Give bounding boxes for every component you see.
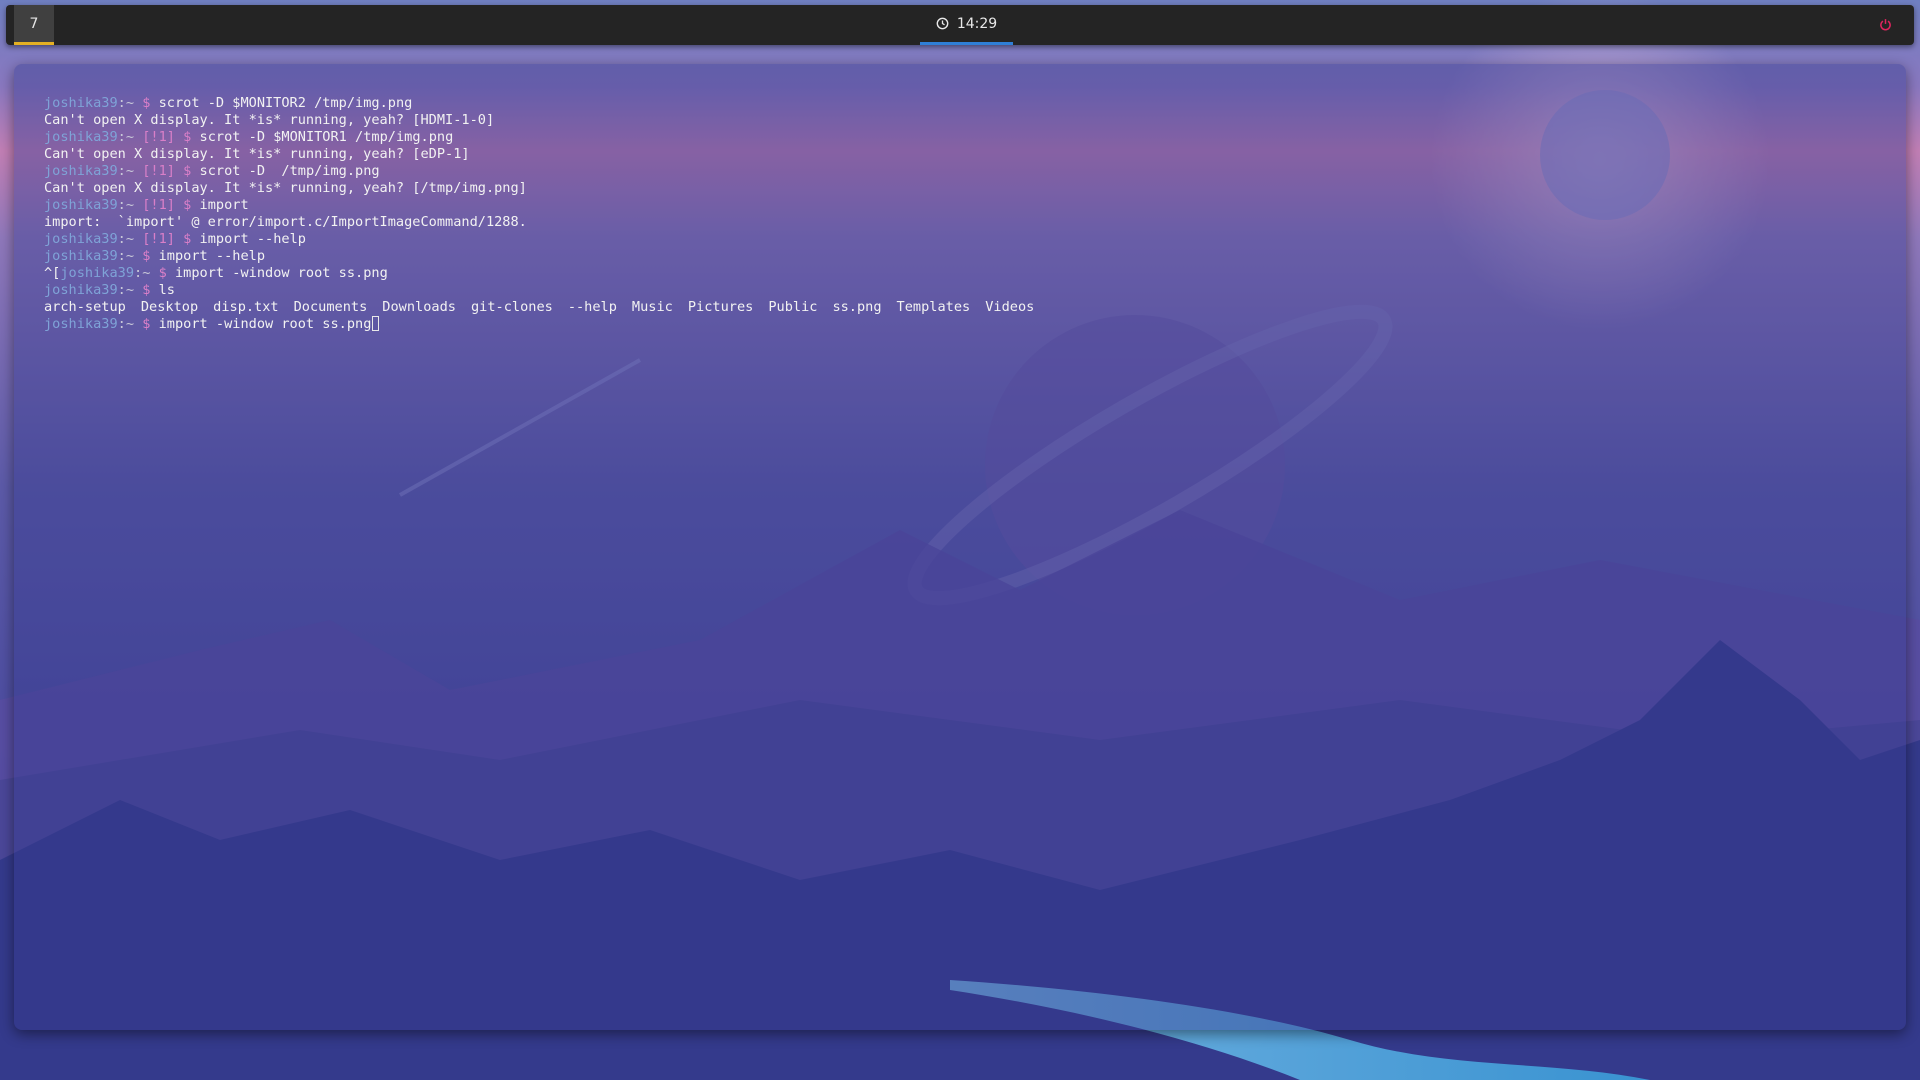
ls-output: arch-setup Desktop disp.txt Documents Downlo… <box>44 299 1906 316</box>
prompt-user: joshika39 <box>44 316 118 332</box>
ls-entry: Music <box>631 299 673 315</box>
prompt-path: :~ <box>117 129 143 145</box>
exit-status-marker: [!1] <box>142 231 175 247</box>
prompt-dollar: $ <box>142 316 151 332</box>
terminal-line: joshika39:~ $ ls <box>44 282 1906 299</box>
escape-sequence: ^[ <box>44 265 61 281</box>
ls-entry: Videos <box>985 299 1035 315</box>
command-text: scrot -D $MONITOR2 /tmp/img.png <box>158 95 413 111</box>
terminal-window[interactable]: joshika39:~ $ scrot -D $MONITOR2 /tmp/im… <box>14 64 1906 1030</box>
workspace-number: 7 <box>29 15 39 32</box>
prompt-path: :~ <box>134 265 159 281</box>
command-text: import <box>199 197 249 213</box>
current-command[interactable]: import -window root ss.png <box>159 316 372 332</box>
ls-entry: Desktop <box>140 299 199 315</box>
prompt-path: :~ <box>117 316 143 332</box>
ls-entry: Public <box>768 299 818 315</box>
prompt-dollar: $ <box>183 197 192 213</box>
terminal-line: joshika39:~ [!1] $ import <box>44 197 1906 214</box>
command-text: ls <box>158 282 175 298</box>
terminal-output: import: `import' @ error/import.c/Import… <box>44 214 527 230</box>
terminal-output: Can't open X display. It *is* running, y… <box>44 146 470 162</box>
terminal-line: ^[joshika39:~ $ import -window root ss.p… <box>44 265 1906 282</box>
prompt-path: :~ <box>117 163 143 179</box>
terminal-line: joshika39:~ [!1] $ scrot -D $MONITOR1 /t… <box>44 129 1906 146</box>
prompt-user: joshika39 <box>60 265 135 281</box>
top-panel: 7 14:29 <box>6 5 1914 45</box>
prompt-path: :~ <box>117 231 143 247</box>
prompt-user: joshika39 <box>44 282 118 298</box>
ls-entry: Documents <box>293 299 368 315</box>
power-icon <box>1879 16 1892 35</box>
terminal-line: joshika39:~ [!1] $ import --help <box>44 231 1906 248</box>
prompt-dollar: $ <box>142 282 151 298</box>
command-text: import -window root ss.png <box>174 265 388 281</box>
prompt-dollar: $ <box>142 248 151 264</box>
prompt-user: joshika39 <box>44 197 118 213</box>
ls-entry: --help <box>567 299 617 315</box>
terminal-line: joshika39:~ [!1] $ scrot -D /tmp/img.png <box>44 163 1906 180</box>
prompt-user: joshika39 <box>44 248 118 264</box>
text-cursor <box>372 316 380 331</box>
terminal-line: joshika39:~ $ import --help <box>44 248 1906 265</box>
power-button[interactable] <box>1876 16 1894 34</box>
terminal-line: joshika39:~ $ scrot -D $MONITOR2 /tmp/im… <box>44 95 1906 112</box>
ls-entry: arch-setup <box>44 299 126 315</box>
prompt-user: joshika39 <box>44 231 118 247</box>
clock-icon <box>936 17 949 30</box>
prompt-path: :~ <box>117 248 143 264</box>
ls-entry: disp.txt <box>213 299 279 315</box>
command-text: scrot -D /tmp/img.png <box>199 163 380 179</box>
terminal-output: Can't open X display. It *is* running, y… <box>44 112 495 128</box>
prompt-dollar: $ <box>142 95 151 111</box>
prompt-path: :~ <box>117 197 143 213</box>
clock-time: 14:29 <box>956 15 998 32</box>
command-text: import --help <box>199 231 306 247</box>
prompt-user: joshika39 <box>44 95 118 111</box>
prompt-dollar: $ <box>183 163 192 179</box>
command-text: scrot -D $MONITOR1 /tmp/img.png <box>199 129 454 145</box>
prompt-user: joshika39 <box>44 163 118 179</box>
ls-entry: ss.png <box>832 299 882 315</box>
prompt-dollar: $ <box>158 265 167 281</box>
clock-widget[interactable]: 14:29 <box>920 5 1013 45</box>
prompt-path: :~ <box>117 282 143 298</box>
command-text: import --help <box>158 248 266 264</box>
terminal-output: Can't open X display. It *is* running, y… <box>44 180 527 196</box>
workspace-indicator[interactable]: 7 <box>14 5 54 45</box>
terminal-input-line[interactable]: joshika39:~ $ import -window root ss.png <box>44 316 1906 333</box>
prompt-dollar: $ <box>183 231 192 247</box>
prompt-path: :~ <box>117 95 143 111</box>
ls-entry: Templates <box>896 299 971 315</box>
ls-entry: Pictures <box>687 299 754 315</box>
exit-status-marker: [!1] <box>142 197 175 213</box>
ls-entry: git-clones <box>470 299 553 315</box>
exit-status-marker: [!1] <box>142 129 175 145</box>
exit-status-marker: [!1] <box>142 163 175 179</box>
prompt-user: joshika39 <box>44 129 118 145</box>
prompt-dollar: $ <box>183 129 192 145</box>
ls-entry: Downloads <box>382 299 456 315</box>
